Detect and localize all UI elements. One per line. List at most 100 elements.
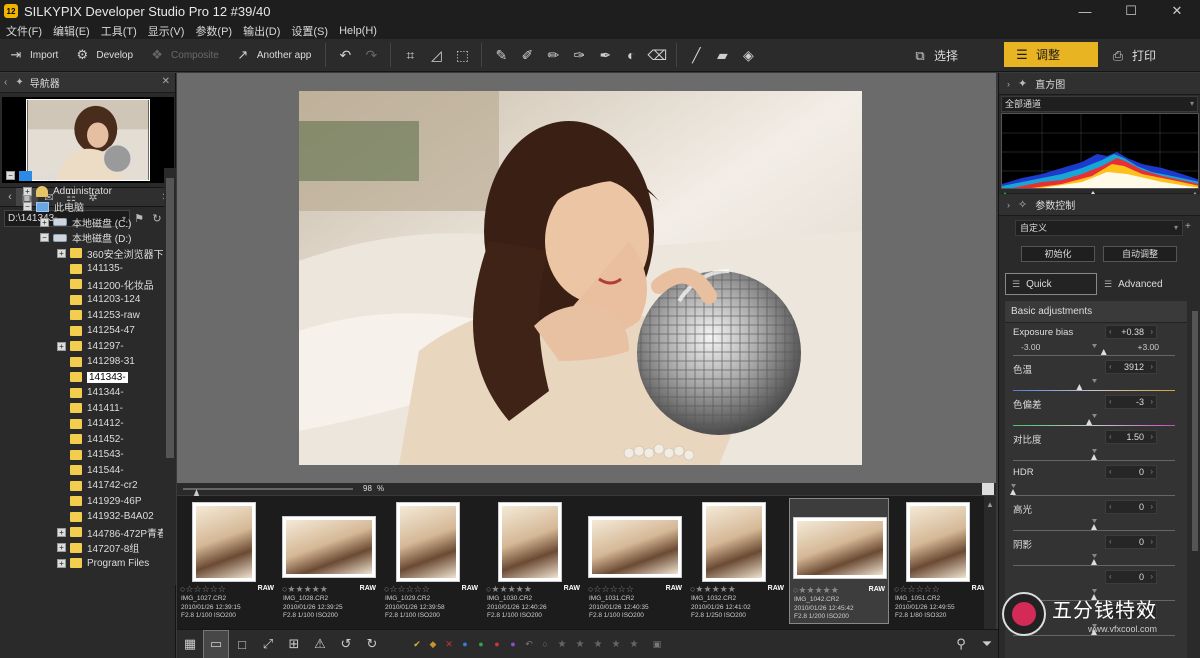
collapse-icon[interactable]: › — [1007, 79, 1010, 89]
collapse-tree-icon[interactable]: − — [23, 202, 32, 212]
red-label-icon[interactable]: ● — [489, 630, 505, 658]
adjustment-slider[interactable] — [1013, 425, 1175, 426]
zoom-slider[interactable] — [183, 488, 353, 498]
increment-icon[interactable]: › — [1150, 501, 1153, 513]
zoom-search-button[interactable]: ⚲ — [948, 630, 974, 658]
tree-row[interactable]: + Administrator — [0, 184, 163, 200]
slider-knob[interactable] — [1086, 419, 1093, 425]
single-view-button[interactable]: □ — [229, 630, 255, 658]
adjustment-slider[interactable] — [1013, 530, 1175, 531]
adjustment-slider[interactable] — [1013, 565, 1175, 566]
slider-knob[interactable] — [1100, 349, 1107, 355]
tree-row[interactable]: +141297- — [0, 339, 163, 355]
decrement-icon[interactable]: ‹ — [1109, 501, 1112, 513]
tree-row[interactable]: 141135- — [0, 261, 163, 277]
filmstrip-item[interactable]: ○★★★★★ RAW IMG_1032.CR2 2010/01/26 12:41:02… — [687, 498, 787, 624]
tree-row[interactable]: +147207-8组 — [0, 540, 163, 556]
expand-icon[interactable]: + — [57, 543, 66, 553]
preview-area[interactable] — [177, 73, 996, 483]
expand-icon[interactable]: + — [40, 217, 49, 227]
rating-stars[interactable]: ○☆☆☆☆☆ — [588, 584, 634, 595]
slider-knob[interactable] — [1076, 384, 1083, 390]
crop-button[interactable]: ⌗ — [397, 39, 423, 72]
compare-button[interactable]: ⊞ — [281, 630, 307, 658]
warning-button[interactable]: ⚠ — [307, 630, 333, 658]
film-thumbnail[interactable] — [906, 502, 970, 582]
tree-row[interactable]: 141344- — [0, 385, 163, 401]
menu-settings[interactable]: 设置(S) — [291, 23, 328, 39]
menu-tools[interactable]: 工具(T) — [101, 23, 137, 39]
decrement-icon[interactable]: ‹ — [1109, 361, 1112, 373]
tree-row[interactable]: 141298-31 — [0, 354, 163, 370]
rating-stars[interactable]: ○☆☆☆☆☆ — [384, 584, 430, 595]
tree-row[interactable]: 141343- — [0, 370, 163, 386]
rating-stars[interactable]: ○★★★★★ — [486, 584, 532, 595]
tree-row[interactable]: +360安全浏览器下载 — [0, 246, 163, 262]
decrement-icon[interactable]: ‹ — [1109, 571, 1112, 583]
close-icon[interactable]: ✕ — [162, 76, 170, 87]
star-icon[interactable]: ★ — [589, 639, 607, 650]
adjustment-value-field[interactable]: ‹ 0 › — [1105, 465, 1157, 479]
expand-icon[interactable]: + — [57, 341, 66, 351]
tree-row[interactable]: 141254-47 — [0, 323, 163, 339]
minimize-button[interactable]: — — [1062, 0, 1108, 22]
expand-icon[interactable]: + — [57, 527, 66, 537]
expand-icon[interactable]: + — [57, 558, 66, 568]
increment-icon[interactable]: › — [1150, 571, 1153, 583]
star-icon[interactable]: ★ — [571, 639, 589, 650]
menu-file[interactable]: 文件(F) — [6, 23, 42, 39]
check-mark-icon[interactable]: ✔ — [409, 630, 425, 658]
grid-view-button[interactable]: ▦ — [177, 630, 203, 658]
scroll-thumb[interactable] — [1192, 311, 1198, 551]
rating-stars[interactable]: ○☆☆☆☆☆ — [180, 584, 226, 595]
slider-knob[interactable] — [1091, 454, 1097, 460]
histogram-header[interactable]: › ✦ 直方图 — [999, 73, 1200, 95]
tree-row[interactable]: +144786-472P青春美少 — [0, 525, 163, 541]
import-button[interactable]: ⇥ Import — [0, 39, 66, 72]
rotate-right-button[interactable]: ↻ — [359, 630, 385, 658]
film-thumbnail[interactable] — [702, 502, 766, 582]
filmstrip-item[interactable]: ○☆☆☆☆☆ RAW IMG_1029.CR2 2010/01/26 12:39:58… — [381, 498, 481, 624]
collapse-tree-icon[interactable]: − — [40, 233, 49, 243]
tree-row[interactable]: 141253-raw — [0, 308, 163, 324]
tree-row[interactable]: 141742-cr2 — [0, 478, 163, 494]
tree-row[interactable]: 141544- — [0, 463, 163, 479]
reject-icon[interactable]: ✕ — [441, 630, 457, 658]
film-thumbnail[interactable] — [282, 516, 376, 578]
adjustment-value-field[interactable]: ‹ 3912 › — [1105, 360, 1157, 374]
menu-help[interactable]: Help(H) — [339, 25, 377, 37]
menu-output[interactable]: 输出(D) — [243, 23, 280, 39]
filmstrip-item[interactable]: ○☆☆☆☆☆ RAW IMG_1031.CR2 2010/01/26 12:40:35… — [585, 498, 685, 624]
adjustment-value-field[interactable]: ‹ 0 › — [1105, 500, 1157, 514]
slider-knob[interactable] — [1010, 489, 1016, 495]
increment-icon[interactable]: › — [1150, 396, 1153, 408]
decrement-icon[interactable]: ‹ — [1109, 326, 1112, 338]
decrement-icon[interactable]: ‹ — [1109, 396, 1112, 408]
adjustment-slider[interactable] — [1013, 355, 1175, 356]
tag-icon[interactable]: ◆ — [425, 630, 441, 658]
tree-scrollbar[interactable] — [164, 168, 176, 585]
filmstrip-view-button[interactable]: ▭ — [203, 629, 229, 658]
chevron-up-icon[interactable]: ▲ — [986, 500, 994, 509]
collapse-tree-icon[interactable]: − — [6, 171, 15, 181]
tree-row[interactable]: − 本地磁盘 (D:) — [0, 230, 163, 246]
tree-row[interactable]: 141411- — [0, 401, 163, 417]
tree-row[interactable]: + Program Files — [0, 556, 163, 572]
rotate-button[interactable]: ◿ — [423, 39, 449, 72]
rotate-left-button[interactable]: ↺ — [333, 630, 359, 658]
adjustment-value-field[interactable]: ‹ 0 › — [1105, 570, 1157, 584]
navigator-header[interactable]: ‹ ✦ 导航器 ✕ — [0, 73, 175, 93]
filmstrip-item[interactable]: ○★★★★★ RAW IMG_1042.CR2 2010/01/26 12:45:42… — [789, 498, 889, 624]
adjustment-value-field[interactable]: ‹ 0 › — [1105, 535, 1157, 549]
tree-row[interactable]: 141929-46P — [0, 494, 163, 510]
decrement-icon[interactable]: ‹ — [1109, 431, 1112, 443]
film-thumbnail[interactable] — [192, 502, 256, 582]
mode-print-button[interactable]: ⎙ 打印 — [1102, 39, 1156, 72]
lock-icon[interactable]: ▣ — [649, 630, 665, 658]
tree-row[interactable]: 141932-B4A02 — [0, 509, 163, 525]
filter-button[interactable]: ⏷ — [974, 630, 1000, 658]
filmstrip-item[interactable]: ○☆☆☆☆☆ RAW IMG_1027.CR2 2010/01/26 12:39:15… — [177, 498, 277, 624]
tree-row[interactable]: + 本地磁盘 (C:) — [0, 215, 163, 231]
blue-label-icon[interactable]: ● — [457, 630, 473, 658]
mask-button[interactable]: ◐ — [618, 39, 644, 72]
